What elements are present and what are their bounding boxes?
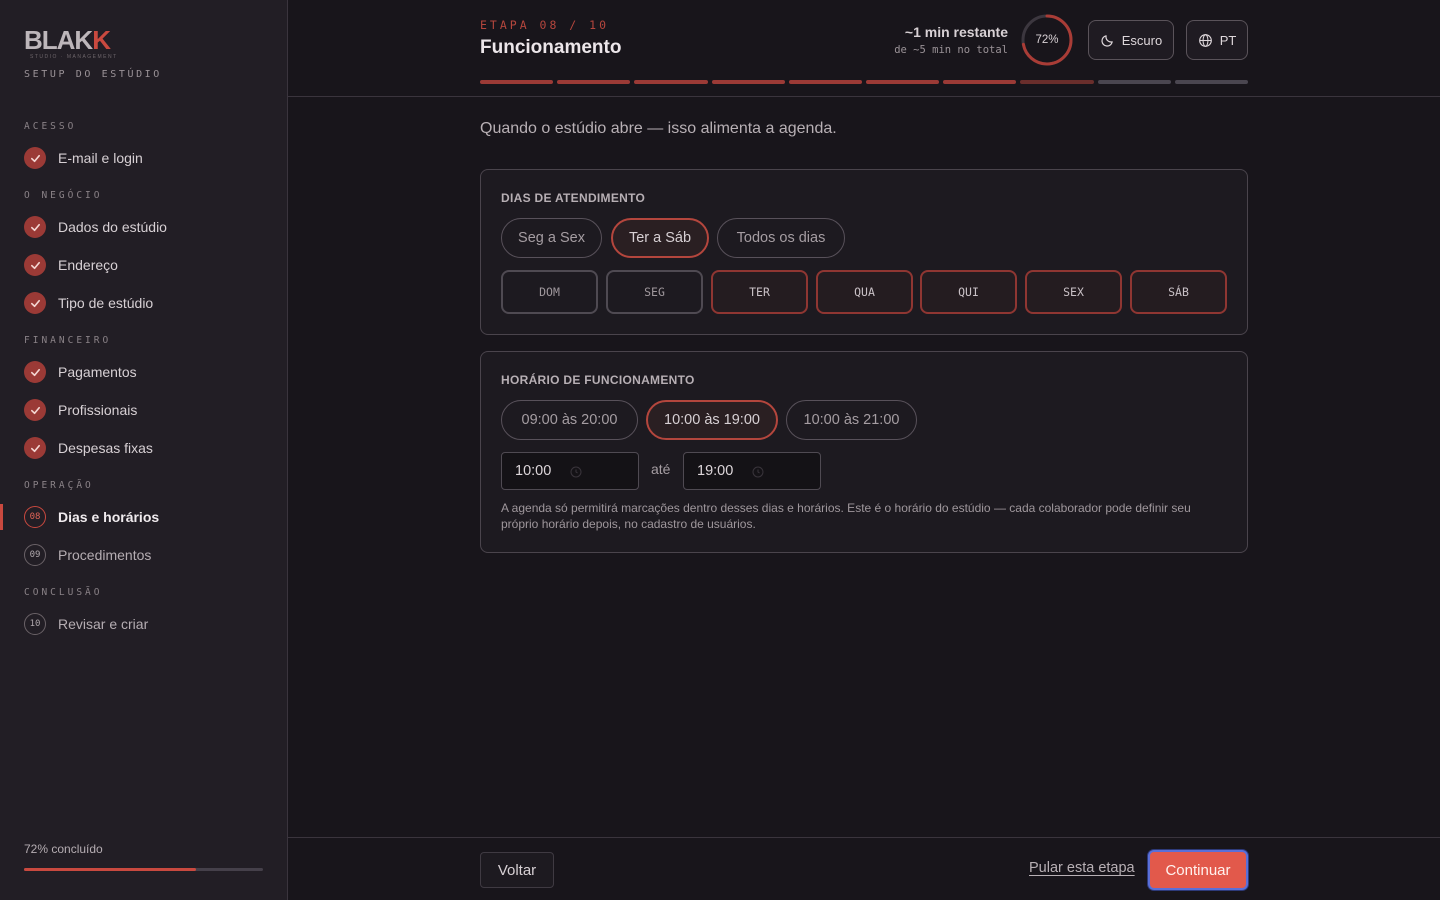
sidebar-item-email-login[interactable]: E-mail e login: [24, 145, 274, 171]
time-total: de ~5 min no total: [894, 44, 1008, 56]
day-ter-toggle[interactable]: TER: [711, 270, 808, 314]
check-icon: [24, 147, 46, 169]
clock-icon: [570, 466, 582, 478]
preset-0900-2000-button[interactable]: 09:00 às 20:00: [501, 400, 638, 440]
hours-note: A agenda só permitirá marcações dentro d…: [501, 501, 1191, 531]
sidebar-item-dados-estudio[interactable]: Dados do estúdio: [24, 214, 274, 240]
continue-button[interactable]: Continuar: [1148, 850, 1248, 890]
check-icon: [24, 254, 46, 276]
sidebar-item-label: Procedimentos: [58, 547, 152, 563]
step-segment-9: [1097, 80, 1171, 84]
skip-step-link[interactable]: Pular esta etapa: [1029, 860, 1135, 876]
day-sex-toggle[interactable]: SEX: [1025, 270, 1122, 314]
step-segment-3: [634, 80, 708, 84]
setup-title: SETUP DO ESTÚDIO: [24, 69, 162, 80]
check-icon: [24, 216, 46, 238]
theme-toggle-button[interactable]: Escuro: [1088, 20, 1174, 60]
sidebar-item-revisar-criar[interactable]: 10 Revisar e criar: [24, 611, 274, 637]
start-time-value: 10:00: [515, 463, 552, 479]
start-time-input[interactable]: 10:00: [501, 452, 639, 490]
preset-1000-2100-button[interactable]: 10:00 às 21:00: [786, 400, 917, 440]
days-card: DIAS DE ATENDIMENTO Seg a Sex Ter a Sáb …: [480, 169, 1248, 335]
step-segment-5: [788, 80, 863, 84]
progress-label: 72% concluído: [24, 842, 103, 856]
step-segment-8: [1020, 80, 1094, 84]
end-time-value: 19:00: [697, 463, 734, 479]
clock-icon: [752, 466, 764, 478]
sidebar-item-label: Dados do estúdio: [58, 219, 167, 235]
time-remaining: ~1 min restante: [904, 24, 1008, 40]
sidebar-item-dias-horarios[interactable]: 08 Dias e horários: [24, 504, 274, 530]
sidebar-item-pagamentos[interactable]: Pagamentos: [24, 359, 274, 385]
section-label-financeiro: FINANCEIRO: [24, 335, 112, 346]
hours-card: HORÁRIO DE FUNCIONAMENTO 09:00 às 20:00 …: [480, 351, 1248, 553]
step-progress-segments: [480, 80, 1249, 84]
active-indicator: [0, 504, 3, 530]
progress-bar-fill: [24, 868, 197, 871]
end-time-input[interactable]: 19:00: [683, 452, 821, 490]
time-separator: até: [651, 461, 671, 477]
sidebar-item-label: Endereço: [58, 257, 118, 273]
sidebar-item-tipo-estudio[interactable]: Tipo de estúdio: [24, 290, 274, 316]
step-segment-4: [711, 80, 785, 84]
sidebar-item-label: Dias e horários: [58, 509, 160, 525]
step-number-badge: 09: [24, 544, 46, 566]
language-button[interactable]: PT: [1186, 20, 1248, 60]
logo-text: BLAK: [24, 25, 93, 55]
preset-1000-1900-button[interactable]: 10:00 às 19:00: [646, 400, 778, 440]
sidebar-item-profissionais[interactable]: Profissionais: [24, 397, 274, 423]
progress-percent: 72%: [1035, 34, 1059, 46]
check-icon: [24, 292, 46, 314]
sidebar-item-label: Profissionais: [58, 402, 138, 418]
footer: Voltar Pular esta etapa Continuar: [288, 837, 1440, 900]
step-segment-7: [943, 80, 1017, 84]
day-dom-toggle[interactable]: DOM: [501, 270, 598, 314]
preset-ter-sab-button[interactable]: Ter a Sáb: [611, 218, 709, 258]
back-button[interactable]: Voltar: [480, 852, 554, 888]
theme-toggle-label: Escuro: [1121, 32, 1163, 48]
sidebar-item-procedimentos[interactable]: 09 Procedimentos: [24, 542, 274, 568]
days-card-title: DIAS DE ATENDIMENTO: [501, 191, 646, 205]
section-label-acesso: ACESSO: [24, 121, 77, 132]
logo-accent: K: [92, 25, 111, 55]
preset-seg-sex-button[interactable]: Seg a Sex: [501, 218, 602, 258]
day-seg-toggle[interactable]: SEG: [606, 270, 703, 314]
section-label-operacao: OPERAÇÃO: [24, 480, 94, 491]
sidebar-item-endereco[interactable]: Endereço: [24, 252, 274, 278]
intro-text: Quando o estúdio abre — isso alimenta a …: [480, 120, 837, 137]
sidebar-item-label: Despesas fixas: [58, 440, 153, 456]
step-label: ETAPA 08 / 10: [480, 18, 610, 32]
check-icon: [24, 361, 46, 383]
step-segment-2: [557, 80, 631, 84]
logo-tagline: STUDIO · MANAGEMENT: [30, 54, 118, 60]
sidebar-item-label: E-mail e login: [58, 150, 143, 166]
moon-icon: [1101, 34, 1113, 47]
language-label: PT: [1219, 32, 1237, 48]
sidebar-item-label: Pagamentos: [58, 364, 137, 380]
day-sab-toggle[interactable]: SÁB: [1130, 270, 1227, 314]
section-label-negocio: O NEGÓCIO: [24, 190, 103, 201]
step-segment-10: [1174, 80, 1249, 84]
day-qua-toggle[interactable]: QUA: [816, 270, 913, 314]
sidebar-item-label: Tipo de estúdio: [58, 295, 154, 311]
page-title: Funcionamento: [480, 37, 622, 58]
sidebar-item-label: Revisar e criar: [58, 616, 149, 632]
check-icon: [24, 399, 46, 421]
step-segment-1: [480, 80, 554, 84]
sidebar-item-despesas-fixas[interactable]: Despesas fixas: [24, 435, 274, 461]
day-qui-toggle[interactable]: QUI: [920, 270, 1017, 314]
step-number-badge: 10: [24, 613, 46, 635]
hours-card-title: HORÁRIO DE FUNCIONAMENTO: [501, 373, 695, 387]
step-segment-6: [866, 80, 940, 84]
check-icon: [24, 437, 46, 459]
preset-todos-dias-button[interactable]: Todos os dias: [717, 218, 845, 258]
header: ETAPA 08 / 10 Funcionamento ~1 min resta…: [288, 0, 1440, 97]
progress-bar: [24, 868, 263, 871]
section-label-conclusao: CONCLUSÃO: [24, 587, 103, 598]
sidebar: BLAKK STUDIO · MANAGEMENT SETUP DO ESTÚD…: [0, 0, 288, 900]
globe-icon: [1198, 33, 1212, 47]
step-number-badge: 08: [24, 506, 46, 528]
brand-logo: BLAKK STUDIO · MANAGEMENT: [24, 26, 118, 60]
